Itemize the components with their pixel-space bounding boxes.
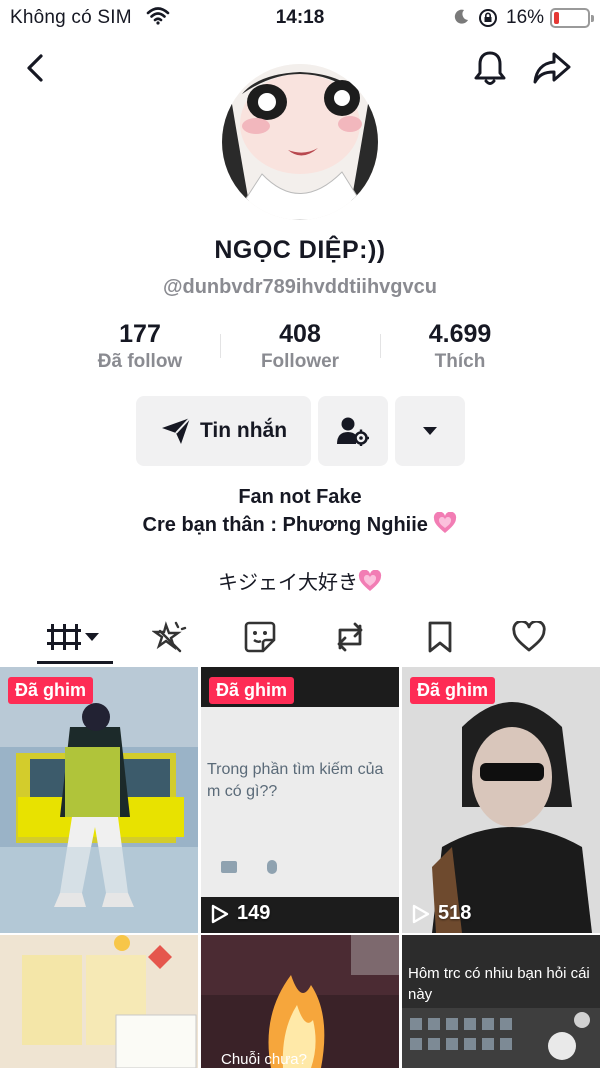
pinned-badge: Đã ghim [8, 677, 94, 704]
likes-count: 4.699 [428, 320, 492, 348]
tab-favorites[interactable] [410, 612, 470, 662]
video-thumbnail[interactable]: Chuỗi chưa? [201, 935, 399, 1068]
likes-stat[interactable]: 4.699 Thích [380, 320, 540, 373]
battery-percent: 16% [506, 7, 545, 28]
video-grid: Đã ghim Trong phần tìm kiếm của m có gì?… [0, 667, 600, 1068]
bio-line: Cre bạn thân : Phương Nghiie [0, 511, 600, 537]
pinned-badge: Đã ghim [410, 677, 496, 704]
battery-icon [550, 8, 594, 28]
profile-tabs [0, 612, 600, 666]
video-thumbnail[interactable]: Hôm trc có nhiu bạn hỏi cái này [402, 935, 600, 1068]
profile-handle: @dunbvdr789ihvddtiihvgvcu [163, 276, 437, 298]
video-caption: Trong phần tìm kiếm của m có gì?? [207, 761, 384, 800]
video-caption: Hôm trc có nhiu bạn hỏi cái này [408, 965, 590, 1003]
repost-icon [337, 622, 363, 652]
bell-icon [474, 51, 506, 85]
avatar[interactable] [222, 64, 378, 220]
view-count: 149 [211, 902, 270, 925]
video-overlay-icons [221, 857, 391, 877]
following-count: 177 [119, 320, 161, 348]
following-label: Đã follow [97, 351, 183, 372]
followers-label: Follower [260, 351, 340, 372]
pink-heart-emoji [358, 569, 382, 592]
followers-count: 408 [279, 320, 321, 348]
status-bar: Không có SIM 14:18 16% [0, 0, 600, 36]
following-stat[interactable]: 177 Đã follow [60, 320, 220, 373]
video-thumbnail[interactable]: Trong phần tìm kiếm của m có gì?? Đã ghi… [201, 667, 399, 933]
tab-stickers[interactable] [230, 612, 290, 662]
bio-line-text: キジェイ大好き [218, 572, 358, 594]
tab-reposts[interactable] [320, 612, 380, 662]
videos-grid-icon [47, 624, 99, 650]
chevron-left-icon [27, 54, 43, 82]
play-icon [211, 904, 229, 923]
back-button[interactable] [16, 48, 56, 88]
profile-stats: 177 Đã follow 408 Follower 4.699 Thích [60, 320, 540, 376]
more-options-button[interactable] [395, 396, 465, 466]
view-count: 518 [412, 902, 471, 925]
bio-line-text: Cre bạn thân : Phương Nghiie [142, 514, 428, 536]
caret-down-icon [423, 427, 437, 435]
likes-label: Thích [434, 351, 486, 372]
tab-videos[interactable] [37, 612, 113, 662]
message-button-label: Tin nhắn [199, 419, 288, 442]
tab-liked[interactable] [498, 612, 560, 662]
followers-stat[interactable]: 408 Follower [220, 320, 380, 373]
video-thumbnail[interactable] [0, 935, 198, 1068]
bio-line: Fan not Fake [238, 486, 362, 508]
person-gear-icon [337, 417, 369, 446]
play-icon [412, 904, 430, 923]
send-icon [161, 417, 191, 444]
share-arrow-icon [533, 52, 571, 84]
pinned-badge: Đã ghim [209, 677, 295, 704]
share-button[interactable] [532, 48, 572, 88]
add-friend-settings-button[interactable] [318, 396, 388, 466]
video-caption: Chuỗi chưa? [221, 1051, 307, 1068]
active-tab-indicator [37, 661, 113, 664]
pink-heart-emoji [433, 511, 457, 534]
view-count-value: 149 [237, 902, 271, 924]
view-count-value: 518 [438, 902, 472, 924]
sparkle-icon [152, 621, 187, 653]
heart-outline-icon [512, 621, 546, 652]
bio-line: キジェイ大好き [0, 566, 600, 595]
moon-icon [452, 8, 470, 32]
video-thumbnail[interactable]: Đã ghim [0, 667, 198, 933]
bookmark-icon [428, 621, 452, 653]
message-button[interactable]: Tin nhắn [136, 396, 311, 466]
profile-name: NGỌC DIỆP:)) [214, 236, 386, 264]
sticker-icon [244, 621, 276, 653]
tab-sparkle[interactable] [140, 612, 200, 662]
rotation-lock-icon [478, 8, 498, 34]
video-thumbnail[interactable]: Đã ghim 518 [402, 667, 600, 933]
notification-bell-button[interactable] [470, 48, 510, 88]
